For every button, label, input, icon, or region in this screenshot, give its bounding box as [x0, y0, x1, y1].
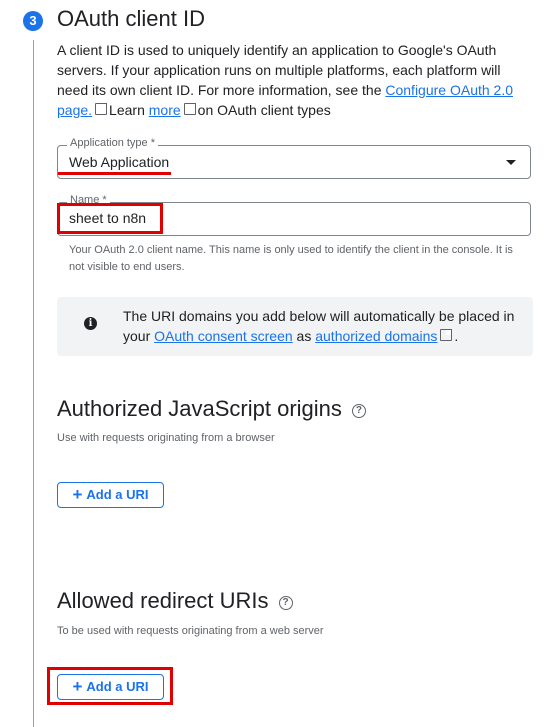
application-type-value: Web Application [69, 154, 170, 170]
add-js-origin-uri-button[interactable]: + Add a URI [57, 482, 164, 508]
step-title: OAuth client ID [57, 6, 205, 31]
step-description: A client ID is used to uniquely identify… [57, 40, 522, 120]
js-origins-title: Authorized JavaScript origins? [57, 396, 366, 422]
description-end-text: on OAuth client types [197, 102, 331, 118]
redirect-uris-title: Allowed redirect URIs? [57, 588, 293, 614]
external-link-icon [95, 103, 108, 115]
step-number-badge: 3 [23, 11, 43, 31]
info-icon: i [84, 317, 97, 330]
info-text-mid: as [292, 328, 316, 344]
application-type-label: Application type * [67, 137, 158, 149]
learn-more-link[interactable]: more [149, 102, 181, 118]
learn-text: Learn [109, 102, 149, 118]
external-link-icon [440, 329, 453, 341]
highlight-box-add-uri [47, 667, 173, 705]
plus-icon: + [72, 485, 83, 504]
info-banner: i The URI domains you add below will aut… [57, 297, 533, 356]
external-link-icon [183, 103, 196, 115]
info-text-end: . [454, 328, 459, 344]
js-origins-title-text: Authorized JavaScript origins [57, 396, 342, 421]
help-icon[interactable]: ? [278, 596, 293, 610]
oauth-consent-screen-link[interactable]: OAuth consent screen [154, 328, 293, 344]
authorized-domains-link[interactable]: authorized domains [315, 328, 437, 344]
dropdown-caret-icon [506, 160, 516, 165]
redirect-uris-title-text: Allowed redirect URIs [57, 588, 269, 613]
redirect-uris-description: To be used with requests originating fro… [57, 625, 324, 637]
info-text: The URI domains you add below will autom… [123, 306, 523, 346]
add-js-origin-uri-label: Add a URI [86, 487, 149, 502]
highlight-box-name [57, 203, 163, 234]
js-origins-description: Use with requests originating from a bro… [57, 432, 275, 444]
step-connector-line [33, 40, 34, 727]
help-icon[interactable]: ? [351, 404, 366, 418]
name-field-hint: Your OAuth 2.0 client name. This name is… [69, 244, 513, 273]
highlight-underline [58, 172, 171, 175]
